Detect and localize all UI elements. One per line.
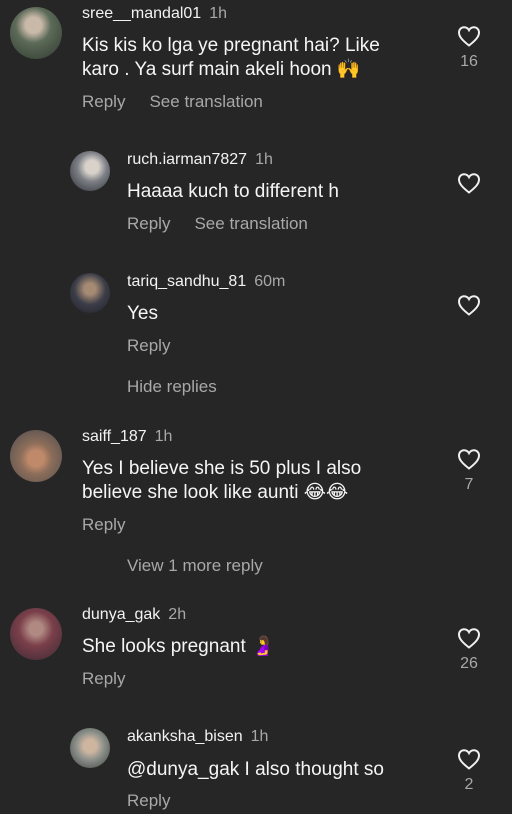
avatar[interactable] bbox=[70, 273, 110, 313]
comment-sree-mandal01: sree__mandal01 1h Kis kis ko lga ye pregn… bbox=[0, 0, 512, 120]
like-count: 16 bbox=[460, 53, 478, 70]
heart-outline-icon bbox=[457, 449, 481, 470]
reply-akanksha-bisen: akanksha_bisen 1h @dunya_gak I also thoug… bbox=[0, 718, 512, 814]
reply-button[interactable]: Reply bbox=[82, 669, 125, 688]
comment-text-line: Yes bbox=[127, 303, 158, 324]
comment-text-line: believe she look like aunti 😂😂 bbox=[82, 482, 349, 503]
comment-text-line: @dunya_gak I also thought so bbox=[127, 759, 384, 780]
heart-outline-icon bbox=[457, 173, 481, 194]
like-button[interactable]: 16 bbox=[454, 25, 484, 71]
username[interactable]: ruch.iarman7827 bbox=[127, 151, 247, 168]
avatar[interactable] bbox=[10, 430, 62, 482]
see-translation-button[interactable]: See translation bbox=[194, 214, 307, 233]
username[interactable]: tariq_sandhu_81 bbox=[127, 273, 246, 290]
like-button[interactable]: 26 bbox=[454, 627, 484, 673]
comment-dunya-gak: dunya_gak 2h She looks pregnant 🤰 Reply 2… bbox=[0, 600, 512, 700]
comment-actions: Reply bbox=[127, 336, 194, 356]
comment-text: Yes bbox=[127, 302, 158, 326]
comment-actions: Reply bbox=[82, 515, 149, 535]
timestamp: 1h bbox=[250, 728, 269, 745]
avatar[interactable] bbox=[10, 7, 62, 59]
username[interactable]: akanksha_bisen bbox=[127, 728, 243, 745]
reply-ruch-iarman7827: ruch.iarman7827 1h Haaaa kuch to differen… bbox=[0, 140, 512, 250]
avatar[interactable] bbox=[70, 151, 110, 191]
avatar[interactable] bbox=[10, 608, 62, 660]
reply-button[interactable]: Reply bbox=[127, 214, 170, 233]
timestamp: 1h bbox=[255, 151, 273, 168]
username-row: ruch.iarman7827 1h bbox=[127, 151, 273, 169]
timestamp: 1h bbox=[209, 5, 227, 22]
like-button[interactable]: 2 bbox=[454, 748, 484, 794]
like-count: 2 bbox=[464, 776, 474, 793]
username-row: dunya_gak 2h bbox=[82, 606, 186, 624]
comment-text: She looks pregnant 🤰 bbox=[82, 635, 275, 659]
comment-actions: Reply See translation bbox=[127, 214, 332, 234]
hide-replies-button[interactable]: Hide replies bbox=[127, 377, 217, 397]
comment-saiff-187: saiff_187 1h Yes I believe she is 50 plus… bbox=[0, 420, 512, 545]
username-row: tariq_sandhu_81 60m bbox=[127, 273, 285, 291]
comment-text-line: She looks pregnant 🤰 bbox=[82, 636, 275, 657]
comment-actions: Reply bbox=[82, 669, 149, 689]
username[interactable]: dunya_gak bbox=[82, 606, 160, 623]
comment-text: Yes I believe she is 50 plus I also beli… bbox=[82, 457, 361, 505]
comment-actions: Reply See translation bbox=[82, 92, 287, 112]
comment-text-line: Kis kis ko lga ye pregnant hai? Like bbox=[82, 35, 380, 56]
reply-button[interactable]: Reply bbox=[127, 791, 170, 810]
username-row: sree__mandal01 1h bbox=[82, 5, 227, 23]
comment-text: @dunya_gak I also thought so bbox=[127, 758, 384, 782]
like-button[interactable] bbox=[454, 172, 484, 194]
reply-button[interactable]: Reply bbox=[82, 515, 125, 534]
username[interactable]: sree__mandal01 bbox=[82, 5, 201, 22]
username-row: saiff_187 1h bbox=[82, 428, 172, 446]
username-row: akanksha_bisen 1h bbox=[127, 728, 268, 746]
like-button[interactable]: 7 bbox=[454, 448, 484, 494]
reply-tariq-sandhu-81: tariq_sandhu_81 60m Yes Reply bbox=[0, 262, 512, 362]
comment-text: Haaaa kuch to different h bbox=[127, 180, 339, 204]
reply-button[interactable]: Reply bbox=[82, 92, 125, 111]
like-button[interactable] bbox=[454, 294, 484, 316]
comment-text-line: karo . Ya surf main akeli hoon 🙌 bbox=[82, 59, 361, 80]
see-translation-button[interactable]: See translation bbox=[149, 92, 262, 111]
avatar[interactable] bbox=[70, 728, 110, 768]
timestamp: 60m bbox=[254, 273, 286, 290]
username[interactable]: saiff_187 bbox=[82, 428, 147, 445]
comment-actions: Reply bbox=[127, 791, 194, 811]
like-count: 26 bbox=[460, 655, 478, 672]
comment-text-line: Yes I believe she is 50 plus I also bbox=[82, 458, 362, 479]
heart-outline-icon bbox=[457, 26, 481, 47]
heart-outline-icon bbox=[457, 628, 481, 649]
comment-text-line: Haaaa kuch to different h bbox=[127, 181, 339, 202]
heart-outline-icon bbox=[457, 295, 481, 316]
like-count: 7 bbox=[464, 476, 474, 493]
view-more-replies-button[interactable]: View 1 more reply bbox=[127, 556, 263, 576]
comment-text: Kis kis ko lga ye pregnant hai? Like kar… bbox=[82, 34, 380, 82]
heart-outline-icon bbox=[457, 749, 481, 770]
reply-button[interactable]: Reply bbox=[127, 336, 170, 355]
timestamp: 1h bbox=[154, 428, 173, 445]
timestamp: 2h bbox=[168, 606, 187, 623]
